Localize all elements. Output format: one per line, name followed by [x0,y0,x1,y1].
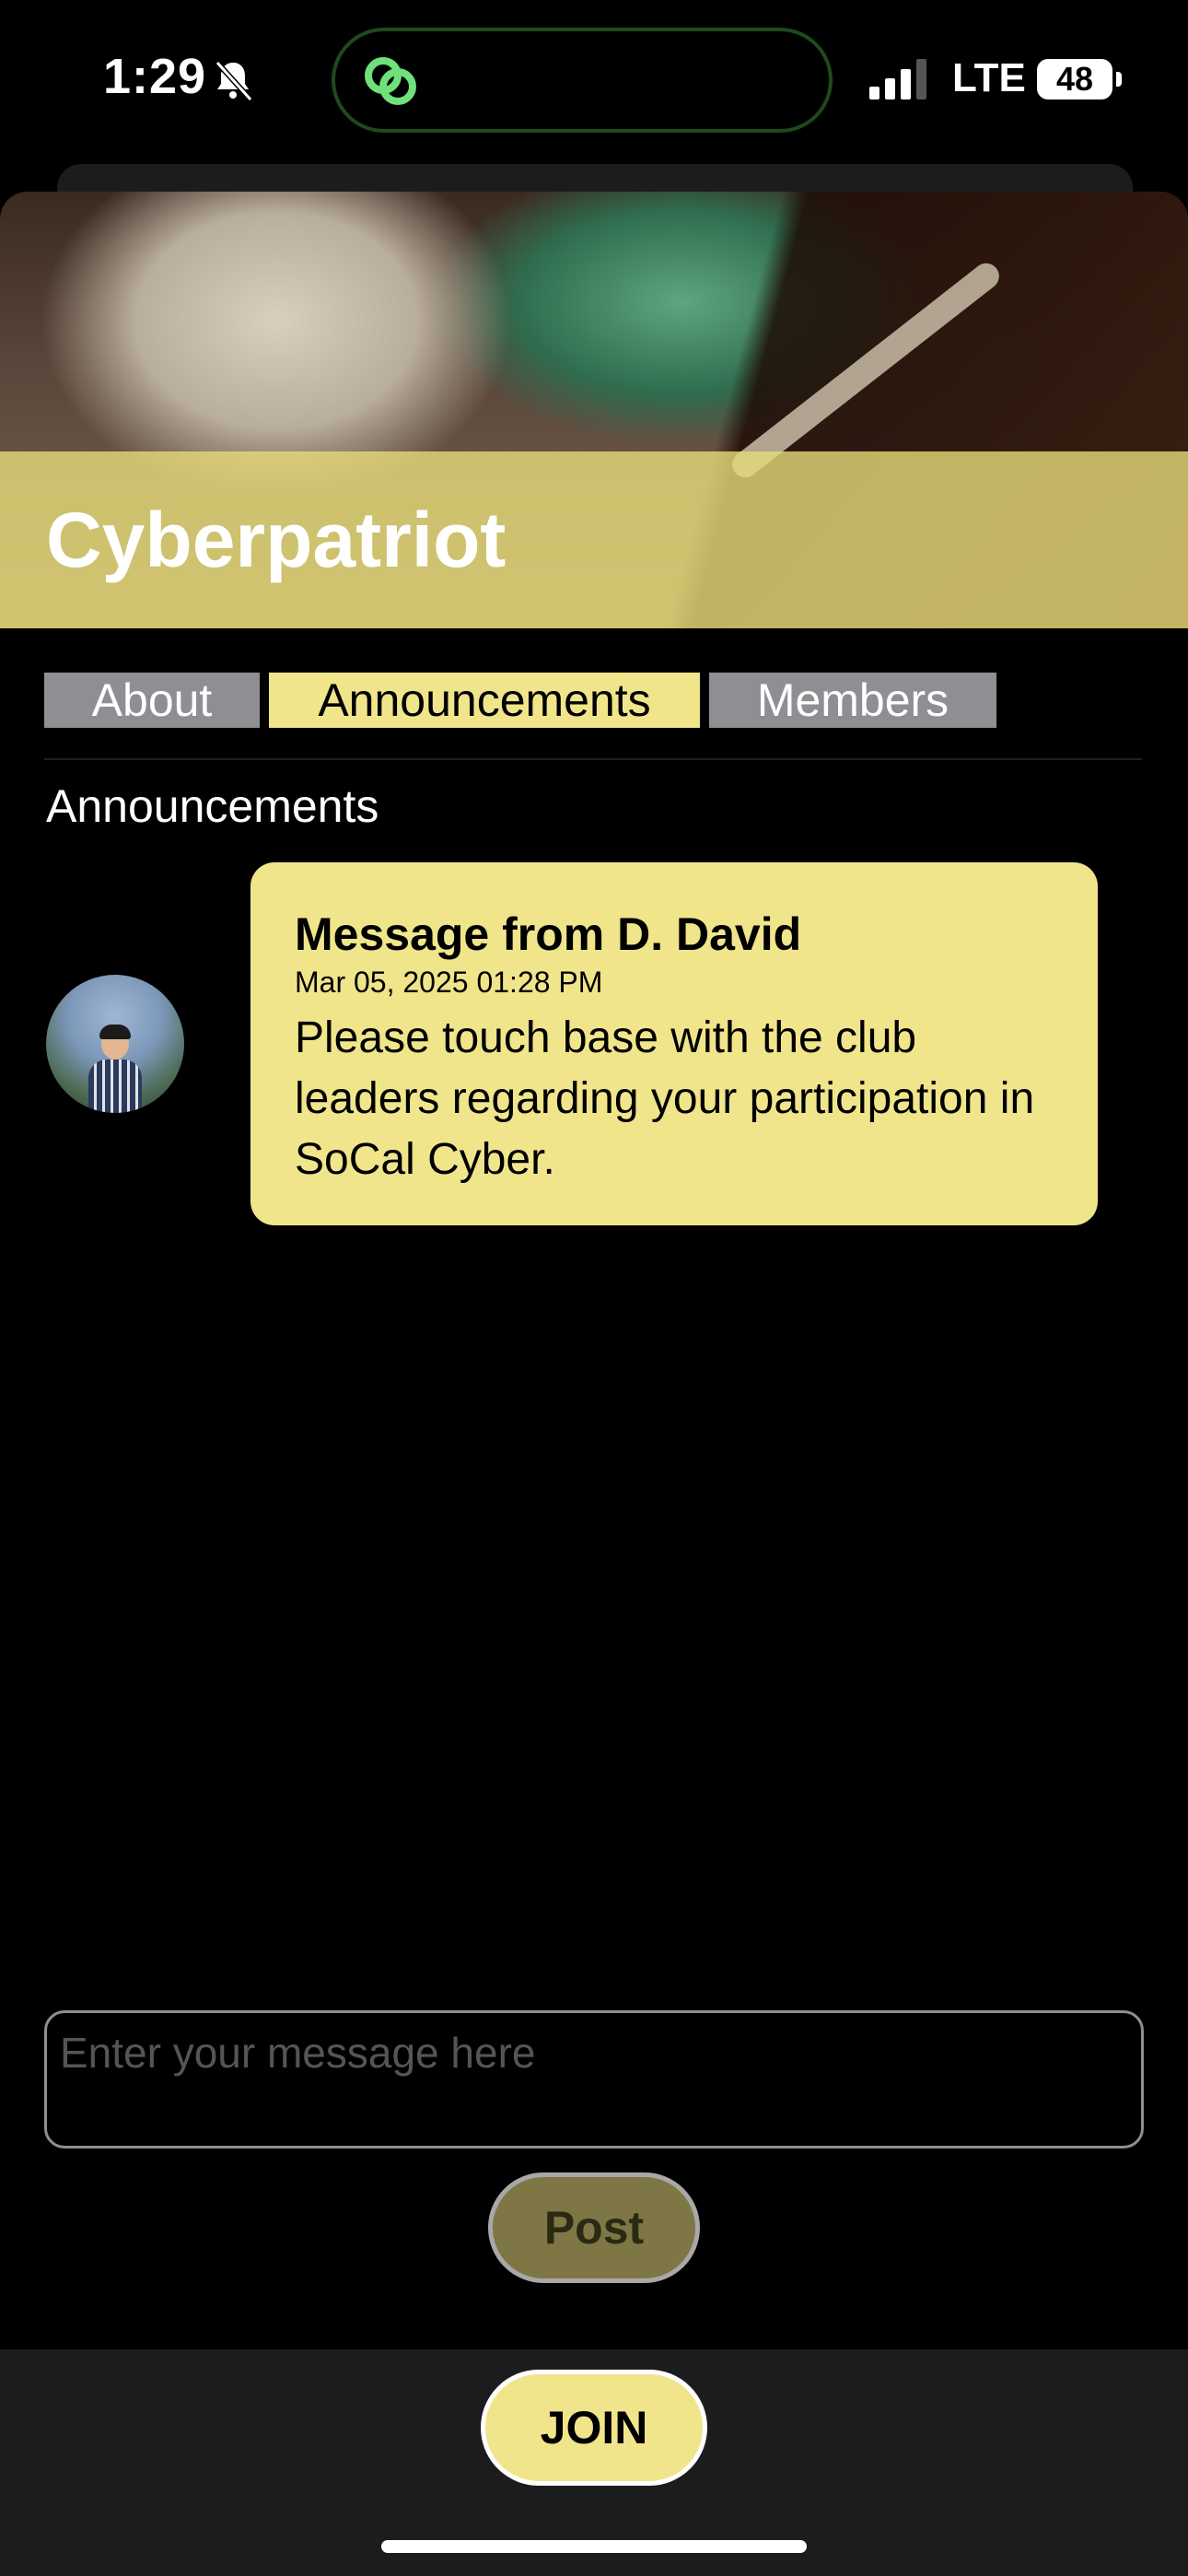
home-indicator[interactable] [381,2540,807,2553]
banner-detail [727,258,1005,483]
announcement-date: Mar 05, 2025 01:28 PM [295,966,603,999]
avatar-hair [99,1025,131,1039]
announcement-bubble: Message from D. David Mar 05, 2025 01:28… [250,862,1098,1225]
dynamic-island [332,28,833,133]
message-input[interactable] [44,2010,1144,2149]
tab-members[interactable]: Members [709,673,996,728]
divider [44,758,1142,760]
status-time: 1:29 [103,49,207,104]
join-button[interactable]: JOIN [481,2370,707,2486]
battery-icon: 48 [1037,59,1122,100]
section-title: Announcements [46,780,379,832]
signal-bars-icon [869,59,926,100]
link-rings-icon [365,57,416,105]
post-button[interactable]: Post [488,2172,700,2283]
network-type: LTE [952,55,1026,100]
announcement-body: Please touch base with the club leaders … [295,1013,1035,1184]
avatar [46,975,184,1113]
club-title: Cyberpatriot [46,497,507,583]
avatar-person [88,1060,142,1113]
announcement-title: Message from D. David [295,908,802,960]
bell-slash-icon [215,60,253,102]
tab-announcements[interactable]: Announcements [269,673,700,728]
tab-about[interactable]: About [44,673,260,728]
